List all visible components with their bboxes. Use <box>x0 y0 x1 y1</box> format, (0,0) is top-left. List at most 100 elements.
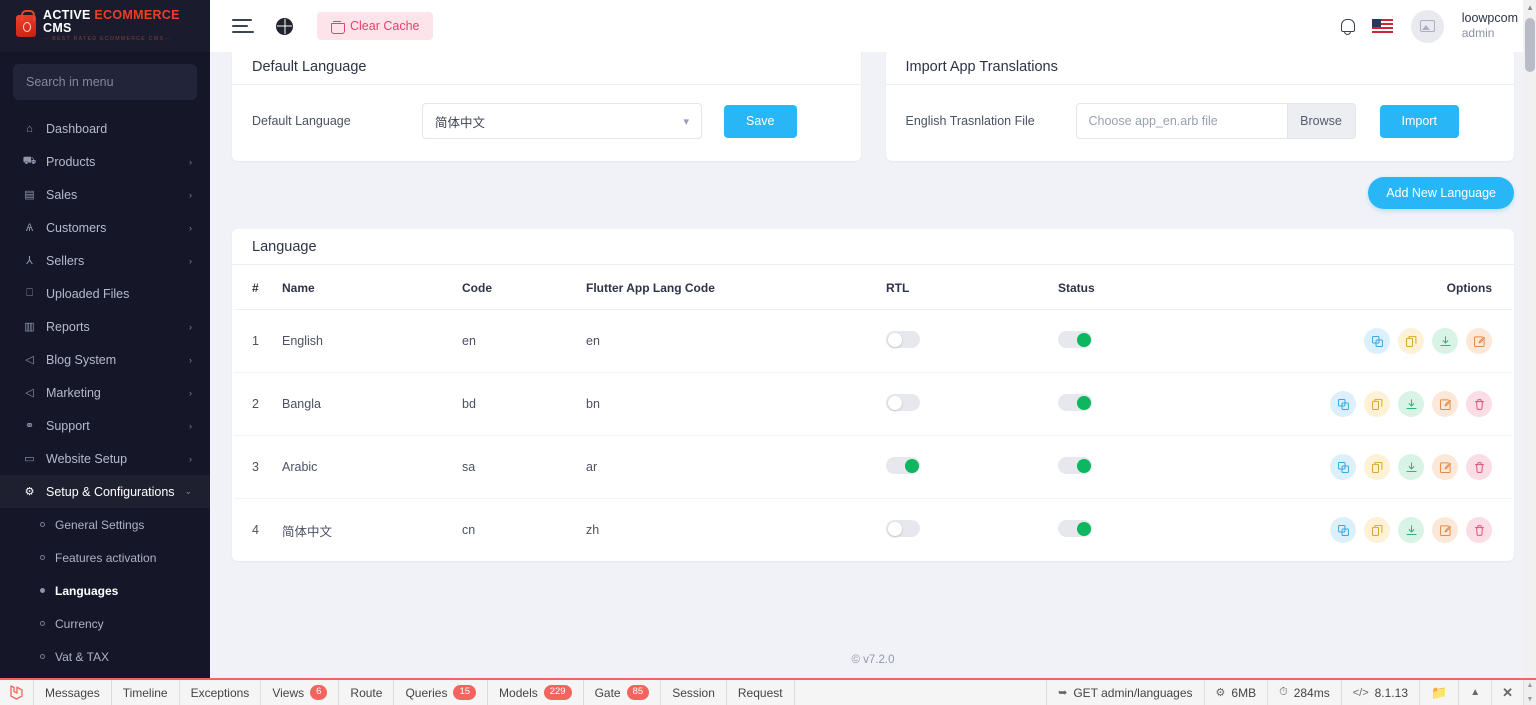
delete-icon[interactable] <box>1466 391 1492 417</box>
sidebar-item-sellers[interactable]: ⅄ Sellers › <box>0 244 210 277</box>
sidebar-item-customers[interactable]: Ѧ Customers › <box>0 211 210 244</box>
status-toggle[interactable] <box>1058 520 1092 537</box>
clear-cache-button[interactable]: Clear Cache <box>317 12 434 40</box>
download-icon[interactable] <box>1398 391 1424 417</box>
row-flutter-code: ar <box>586 435 886 499</box>
translate-icon[interactable] <box>1364 328 1390 354</box>
copy-icon[interactable] <box>1364 454 1390 480</box>
chevron-icon: › <box>189 156 192 167</box>
sidebar-item-dashboard[interactable]: ⌂ Dashboard <box>0 112 210 145</box>
sidebar-subitem-vat-tax[interactable]: Vat & TAX <box>0 640 210 673</box>
sidebar-subitem-features-activation[interactable]: Features activation <box>0 541 210 574</box>
app-root: 云创源码LOOWP.COM云创源码LOOWP.COM云创源码LOOWP.COM云… <box>0 0 1536 705</box>
delete-icon[interactable] <box>1466 517 1492 543</box>
clear-cache-label: Clear Cache <box>350 19 420 33</box>
debugbar-scroll[interactable]: ▲ ▼ <box>1523 680 1536 705</box>
us-flag-icon[interactable] <box>1371 19 1393 33</box>
globe-icon[interactable] <box>276 17 293 35</box>
avatar[interactable] <box>1410 9 1444 43</box>
chevron-icon: › <box>189 189 192 200</box>
sidebar-item-marketing[interactable]: ◁ Marketing › <box>0 376 210 409</box>
delete-icon[interactable] <box>1466 454 1492 480</box>
rtl-toggle[interactable] <box>886 331 920 348</box>
status-toggle[interactable] <box>1058 394 1092 411</box>
sidebar-item-website-setup[interactable]: ▭ Website Setup › <box>0 442 210 475</box>
import-button[interactable]: Import <box>1379 104 1459 138</box>
brand-logo[interactable]: ACTIVE ECOMMERCE CMS BEST RATED ECOMMERC… <box>0 0 210 52</box>
debugbar-tab-badge: 6 <box>310 685 328 700</box>
debugbar-tab-models[interactable]: Models 229 <box>488 680 584 705</box>
edit-icon[interactable] <box>1432 454 1458 480</box>
save-button[interactable]: Save <box>724 104 797 138</box>
copy-icon[interactable] <box>1398 328 1424 354</box>
scroll-up-arrow-icon[interactable]: ▲ <box>1526 3 1534 12</box>
debugbar-tab-timeline[interactable]: Timeline <box>112 680 180 705</box>
debugbar-close-button[interactable]: ✕ <box>1491 680 1523 705</box>
row-name: Arabic <box>282 435 462 499</box>
language-table: # Name Code Flutter App Lang Code RTL Status O… <box>234 265 1512 561</box>
clock-icon: ⏱ <box>1279 686 1288 698</box>
debugbar-tab-gate[interactable]: Gate 85 <box>584 680 662 705</box>
debugbar-tab-queries[interactable]: Queries 15 <box>394 680 489 705</box>
translate-icon[interactable] <box>1330 517 1356 543</box>
hamburger-menu-icon[interactable] <box>232 15 254 37</box>
laravel-logo-icon[interactable] <box>0 680 34 705</box>
brand-word-ecommerce: ECOMMERCE <box>94 8 180 23</box>
sidebar-subitem-languages[interactable]: Languages <box>0 574 210 607</box>
notification-bell-icon[interactable] <box>1340 18 1355 35</box>
sidebar-item-setup-configurations[interactable]: ⚙ Setup & Configurations ⌄ <box>0 475 210 508</box>
translate-icon[interactable] <box>1330 454 1356 480</box>
debugbar-folder-button[interactable]: 📁 <box>1419 680 1458 705</box>
chevron-icon: › <box>189 420 192 431</box>
rtl-toggle[interactable] <box>886 394 920 411</box>
table-body: 1 English en en 2 Bangla bd bn 3 Arabic sa ar 4 简体中文 c… <box>234 309 1512 562</box>
scrollbar-thumb[interactable] <box>1525 18 1535 72</box>
page-scrollbar[interactable]: ▲ <box>1523 0 1536 678</box>
status-toggle[interactable] <box>1058 457 1092 474</box>
sidebar-item-sales[interactable]: ▤ Sales › <box>0 178 210 211</box>
debugbar-time[interactable]: ⏱ 284ms <box>1267 680 1341 705</box>
edit-icon[interactable] <box>1432 391 1458 417</box>
download-icon[interactable] <box>1432 328 1458 354</box>
sidebar-item-reports[interactable]: ▥ Reports › <box>0 310 210 343</box>
debugbar-tab-views[interactable]: Views 6 <box>261 680 340 705</box>
table-head: # Name Code Flutter App Lang Code RTL Status O… <box>234 265 1512 310</box>
settings-panels-row: Default Language Default Language 简体中文 ▾… <box>210 52 1536 161</box>
debugbar-tab-exceptions[interactable]: Exceptions <box>180 680 262 705</box>
debugbar-tab-session[interactable]: Session <box>661 680 727 705</box>
sidebar-item-blog-system[interactable]: ◁ Blog System › <box>0 343 210 376</box>
sidebar-subitem-currency[interactable]: Currency <box>0 607 210 640</box>
sidebar-item-support[interactable]: ⚭ Support › <box>0 409 210 442</box>
debugbar-route[interactable]: ➥ GET admin/languages <box>1046 680 1203 705</box>
edit-icon[interactable] <box>1466 328 1492 354</box>
edit-icon[interactable] <box>1432 517 1458 543</box>
add-new-language-button[interactable]: Add New Language <box>1368 177 1514 209</box>
download-icon[interactable] <box>1398 517 1424 543</box>
default-language-select[interactable]: 简体中文 ▾ <box>422 103 702 139</box>
sidebar-item-uploaded-files[interactable]: ⎕ Uploaded Files <box>0 277 210 310</box>
status-toggle[interactable] <box>1058 331 1092 348</box>
file-placeholder: Choose app_en.arb file <box>1088 114 1218 128</box>
sidebar-item-products[interactable]: ⛟ Products › <box>0 145 210 178</box>
rtl-toggle[interactable] <box>886 457 920 474</box>
debugbar-tab-route[interactable]: Route <box>339 680 395 705</box>
debugbar-collapse-button[interactable]: ▲ <box>1458 680 1491 705</box>
rtl-toggle[interactable] <box>886 520 920 537</box>
search-input[interactable]: Search in menu <box>13 64 197 100</box>
copy-icon[interactable] <box>1364 517 1390 543</box>
row-actions <box>1330 517 1492 543</box>
file-icon: ⎕ <box>26 287 33 299</box>
debugbar-tab-messages[interactable]: Messages <box>34 680 112 705</box>
copy-icon[interactable] <box>1364 391 1390 417</box>
debugbar-php-version[interactable]: </> 8.1.13 <box>1340 680 1419 705</box>
translate-icon[interactable] <box>1330 391 1356 417</box>
debugbar-tab-request[interactable]: Request <box>727 680 795 705</box>
user-menu[interactable]: loowpcom admin <box>1462 11 1518 42</box>
close-icon: ✕ <box>1502 684 1513 700</box>
translation-file-input[interactable]: Choose app_en.arb file Browse <box>1075 103 1356 139</box>
download-icon[interactable] <box>1398 454 1424 480</box>
sidebar-subitem-general-settings[interactable]: General Settings <box>0 508 210 541</box>
row-name: 简体中文 <box>282 524 333 539</box>
browse-button[interactable]: Browse <box>1286 104 1355 138</box>
debugbar-memory[interactable]: ⚙ 6MB <box>1203 680 1268 705</box>
